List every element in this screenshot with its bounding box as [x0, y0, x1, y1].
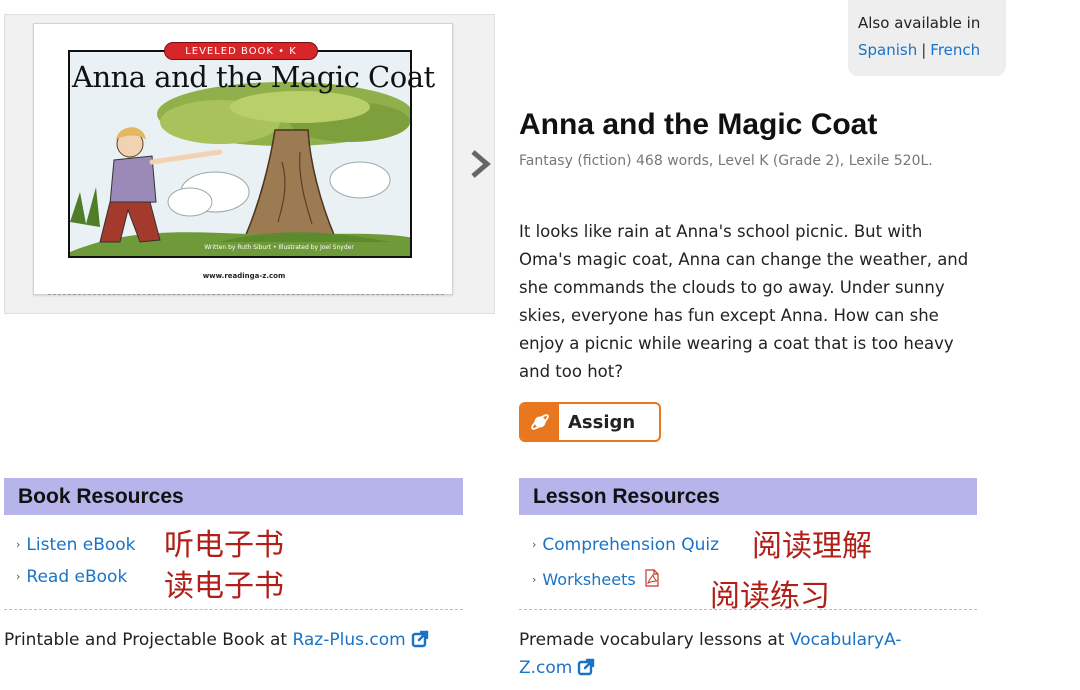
- annotation-comprehension-quiz: 阅读理解: [752, 529, 872, 564]
- annotation-listen-ebook: 听电子书: [164, 528, 284, 563]
- saturn-icon: [521, 404, 559, 440]
- book-cover[interactable]: LEVELED BOOK • K Anna and the Magic Coat…: [33, 23, 453, 295]
- annotation-read-ebook: 读电子书: [164, 569, 284, 604]
- book-description: It looks like rain at Anna's school picn…: [519, 222, 969, 381]
- divider: [519, 609, 977, 610]
- read-ebook-link[interactable]: Read eBook: [26, 567, 127, 587]
- book-cover-frame: LEVELED BOOK • K Anna and the Magic Coat…: [4, 14, 495, 314]
- cover-url: www.readinga-z.com: [202, 272, 286, 280]
- chevron-right-icon: ›: [532, 573, 537, 586]
- language-links: Spanish | French: [858, 41, 996, 59]
- listen-ebook-link[interactable]: Listen eBook: [26, 535, 135, 555]
- book-resources-heading: Book Resources: [4, 478, 463, 515]
- chevron-right-icon: ›: [532, 538, 537, 551]
- chevron-right-icon: ›: [16, 570, 21, 583]
- book-meta: Fantasy (fiction) 468 words, Level K (Gr…: [519, 153, 933, 169]
- worksheets-link[interactable]: Worksheets: [542, 570, 635, 589]
- divider: [4, 609, 463, 610]
- lesson-footer-text: Premade vocabulary lessons at: [519, 630, 790, 650]
- cover-bottom-line: [48, 294, 444, 295]
- chevron-right-icon: ›: [16, 538, 21, 551]
- assign-button-label: Assign: [568, 411, 636, 433]
- comprehension-quiz-item: › Comprehension Quiz: [532, 535, 719, 555]
- pdf-icon[interactable]: [644, 569, 660, 591]
- book-footer-text: Printable and Projectable Book at: [4, 630, 293, 650]
- assign-button[interactable]: Assign: [519, 402, 661, 442]
- cover-credit: Written by Ruth Siburt • Illustrated by …: [204, 244, 354, 251]
- worksheets-item: › Worksheets: [532, 569, 660, 591]
- listen-ebook-item: › Listen eBook: [16, 535, 136, 555]
- external-link-icon[interactable]: [577, 657, 595, 685]
- external-link-icon[interactable]: [411, 629, 429, 657]
- book-title: Anna and the Magic Coat: [519, 108, 878, 141]
- level-banner: LEVELED BOOK • K: [164, 42, 318, 60]
- also-available-label: Also available in: [858, 14, 981, 32]
- raz-plus-link[interactable]: Raz-Plus.com: [292, 630, 405, 650]
- cover-title: Anna and the Magic Coat: [72, 60, 435, 94]
- lesson-resources-footer: Premade vocabulary lessons at Vocabulary…: [519, 626, 949, 685]
- also-available-box: Also available in Spanish | French: [848, 0, 1006, 76]
- language-separator: |: [921, 41, 927, 59]
- lesson-resources-heading: Lesson Resources: [519, 478, 977, 515]
- language-link-spanish[interactable]: Spanish: [858, 41, 917, 59]
- read-ebook-item: › Read eBook: [16, 567, 127, 587]
- language-link-french[interactable]: French: [930, 41, 980, 59]
- book-resources-footer: Printable and Projectable Book at Raz-Pl…: [4, 626, 484, 657]
- comprehension-quiz-link[interactable]: Comprehension Quiz: [542, 535, 719, 555]
- chevron-right-icon[interactable]: [468, 148, 494, 180]
